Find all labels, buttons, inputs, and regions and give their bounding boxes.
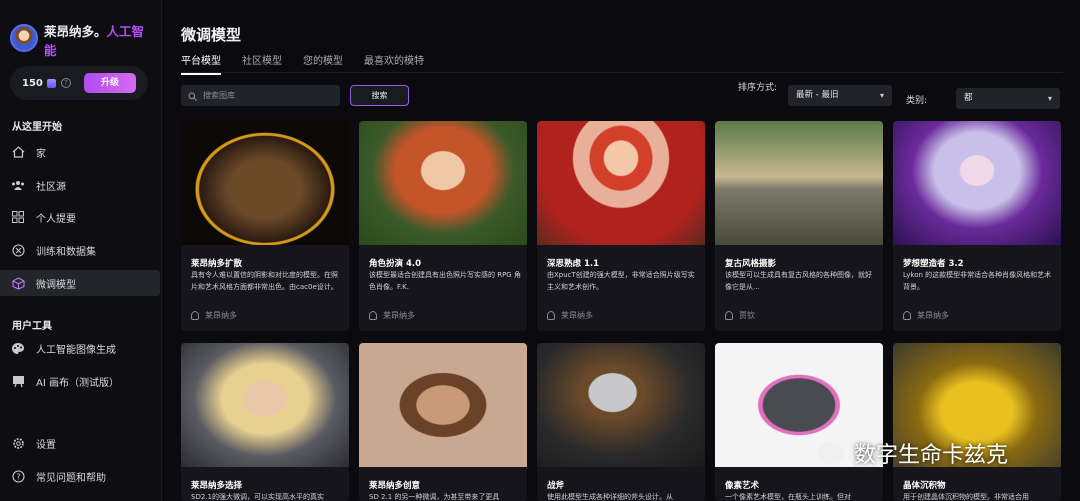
model-card[interactable]: 梦想塑造者 3.2 Lykon 的这款模型非常适合各种肖像风格和艺术背景。 莱昂… — [893, 121, 1061, 331]
grid-icon — [11, 210, 25, 224]
gear-icon — [11, 436, 25, 450]
model-description: 具有令人难以置信的阴影和对比度的模型。在照片和艺术风格方面都非常出色。由cac0… — [191, 271, 338, 291]
model-description: 该模型可以生成具有复古风格的各种图像，就好像它是从... — [725, 271, 872, 291]
page-title: 微调模型 — [181, 26, 242, 44]
section-title-start: 从这里开始 — [12, 122, 62, 133]
watermark: 数字生命卡兹克 — [818, 437, 1008, 469]
chevron-down-icon: ▾ — [879, 91, 884, 100]
model-title: 梦想塑造者 3.2 — [903, 259, 964, 269]
model-description: Lykon 的这款模型非常适合各种肖像风格和艺术背景。 — [903, 271, 1052, 291]
model-card[interactable]: 复古风格摄影 该模型可以生成具有复古风格的各种图像，就好像它是从... 贾钦 — [715, 121, 883, 331]
wechat-icon — [818, 442, 844, 464]
model-card[interactable]: 晶体沉积物 用于创建晶体沉积物的模型。非常适合用 — [893, 343, 1061, 501]
token-icon — [46, 78, 56, 88]
sidebar-item-ai-canvas[interactable]: AI 画布（测试版） — [0, 368, 160, 394]
category-label: 类别: — [906, 96, 928, 106]
home-icon — [11, 145, 25, 159]
search-input[interactable] — [203, 91, 333, 100]
model-description: 由XpucT创建的强大模型，非常适合照片级写实主义和艺术创作。 — [547, 271, 695, 291]
model-author: 莱昂纳多 — [191, 310, 237, 321]
model-description: 一个像素艺术模型，在瓶头上训练。但对 — [725, 493, 851, 501]
model-title: 晶体沉积物 — [903, 481, 946, 491]
model-author: 莱昂纳多 — [547, 310, 593, 321]
brand[interactable]: 莱昂纳多。人工智 能 — [10, 22, 160, 60]
svg-text:?: ? — [16, 472, 20, 481]
model-card[interactable]: 莱昂纳多扩散 具有令人难以置信的阴影和对比度的模型。在照片和艺术风格方面都非常出… — [181, 121, 349, 331]
model-thumbnail — [715, 121, 883, 245]
model-card[interactable]: 角色扮演 4.0 该模型最适合创建具有出色照片写实感的 RPG 角色肖像。F.K… — [359, 121, 527, 331]
model-card[interactable]: 莱昂纳多选择 SD2.1的强大微调，可以实现高水平的真实 — [181, 343, 349, 501]
user-icon — [369, 311, 377, 320]
chevron-down-icon: ▾ — [1047, 94, 1052, 103]
user-icon — [903, 311, 911, 320]
sidebar-item-finetuned-models[interactable]: 微调模型 — [0, 270, 160, 296]
user-icon — [725, 311, 733, 320]
model-description: 用于创建晶体沉积物的模型。非常适合用 — [903, 493, 1029, 501]
sidebar-item-community[interactable]: 社区源 — [0, 172, 160, 198]
cube-icon — [11, 276, 25, 290]
sidebar-item-feed[interactable]: 个人提要 — [0, 204, 160, 230]
model-card[interactable]: 战斧 使用此模型生成各种详细的斧头设计。从 — [537, 343, 705, 501]
sidebar-item-faq-help[interactable]: ? 常见问题和帮助 — [0, 463, 160, 489]
model-thumbnail — [359, 343, 527, 467]
model-thumbnail — [359, 121, 527, 245]
sort-label: 排序方式: — [738, 83, 778, 93]
sidebar: 莱昂纳多。人工智 能 150 ? 升级 从这里开始 家 社区源 个人提要 训练和… — [0, 0, 162, 501]
model-title: 像素艺术 — [725, 481, 760, 491]
section-title-tools: 用户工具 — [12, 321, 52, 332]
sidebar-item-datasets[interactable]: 训练和数据集 — [0, 237, 160, 263]
model-description: 使用此模型生成各种详细的斧头设计。从 — [547, 493, 673, 501]
model-author: 贾钦 — [725, 310, 755, 321]
model-thumbnail — [181, 343, 349, 467]
sidebar-item-home[interactable]: 家 — [0, 139, 160, 165]
avatar — [10, 24, 38, 52]
model-title: 莱昂纳多创意 — [369, 481, 421, 491]
sidebar-item-settings[interactable]: 设置 — [0, 430, 160, 456]
dataset-icon — [11, 243, 25, 257]
model-title: 角色扮演 4.0 — [369, 259, 422, 269]
search-icon — [188, 86, 197, 105]
credits-pill: 150 ? 升级 — [10, 66, 148, 100]
help-icon: ? — [11, 469, 25, 483]
credits-count: 150 — [22, 77, 43, 89]
sort-select[interactable]: 最新 - 最旧 ▾ — [788, 85, 892, 106]
model-author: 莱昂纳多 — [369, 310, 415, 321]
help-small-icon[interactable]: ? — [60, 78, 71, 88]
user-icon — [547, 311, 555, 320]
model-thumbnail — [893, 121, 1061, 245]
model-thumbnail — [537, 121, 705, 245]
brand-name: 莱昂纳多。人工智 能 — [44, 24, 145, 58]
model-title: 战斧 — [547, 481, 565, 491]
model-description: SD 2.1 的另一种微调，为甚至带来了更具 — [369, 493, 500, 501]
model-title: 莱昂纳多扩散 — [191, 259, 243, 269]
model-card[interactable]: 莱昂纳多创意 SD 2.1 的另一种微调，为甚至带来了更具 — [359, 343, 527, 501]
model-author: 莱昂纳多 — [903, 310, 949, 321]
model-thumbnail — [181, 121, 349, 245]
community-icon — [11, 178, 25, 192]
palette-icon — [11, 341, 25, 355]
category-select[interactable]: 都 ▾ — [956, 88, 1060, 109]
search-button[interactable]: 搜索 — [350, 85, 409, 106]
model-description: SD2.1的强大微调，可以实现高水平的真实 — [191, 493, 324, 501]
model-card[interactable]: 像素艺术 一个像素艺术模型，在瓶头上训练。但对 — [715, 343, 883, 501]
model-title: 深思熟虑 1.1 — [547, 259, 600, 269]
model-title: 莱昂纳多选择 — [191, 481, 243, 491]
search-box — [181, 85, 340, 106]
model-card[interactable]: 深思熟虑 1.1 由XpucT创建的强大模型，非常适合照片级写实主义和艺术创作。… — [537, 121, 705, 331]
upgrade-button[interactable]: 升级 — [84, 73, 136, 93]
sidebar-item-image-generation[interactable]: 人工智能图像生成 — [0, 335, 160, 361]
main-content: 微调模型 平台模型 社区模型 您的模型 最喜欢的模特 搜索 排序方式: 最新 -… — [163, 0, 1080, 501]
canvas-icon — [11, 374, 25, 388]
user-icon — [191, 311, 199, 320]
model-description: 该模型最适合创建具有出色照片写实感的 RPG 角色肖像。F.K. — [369, 271, 521, 291]
tabs-divider — [181, 72, 1063, 73]
model-title: 复古风格摄影 — [725, 259, 777, 269]
model-thumbnail — [537, 343, 705, 467]
